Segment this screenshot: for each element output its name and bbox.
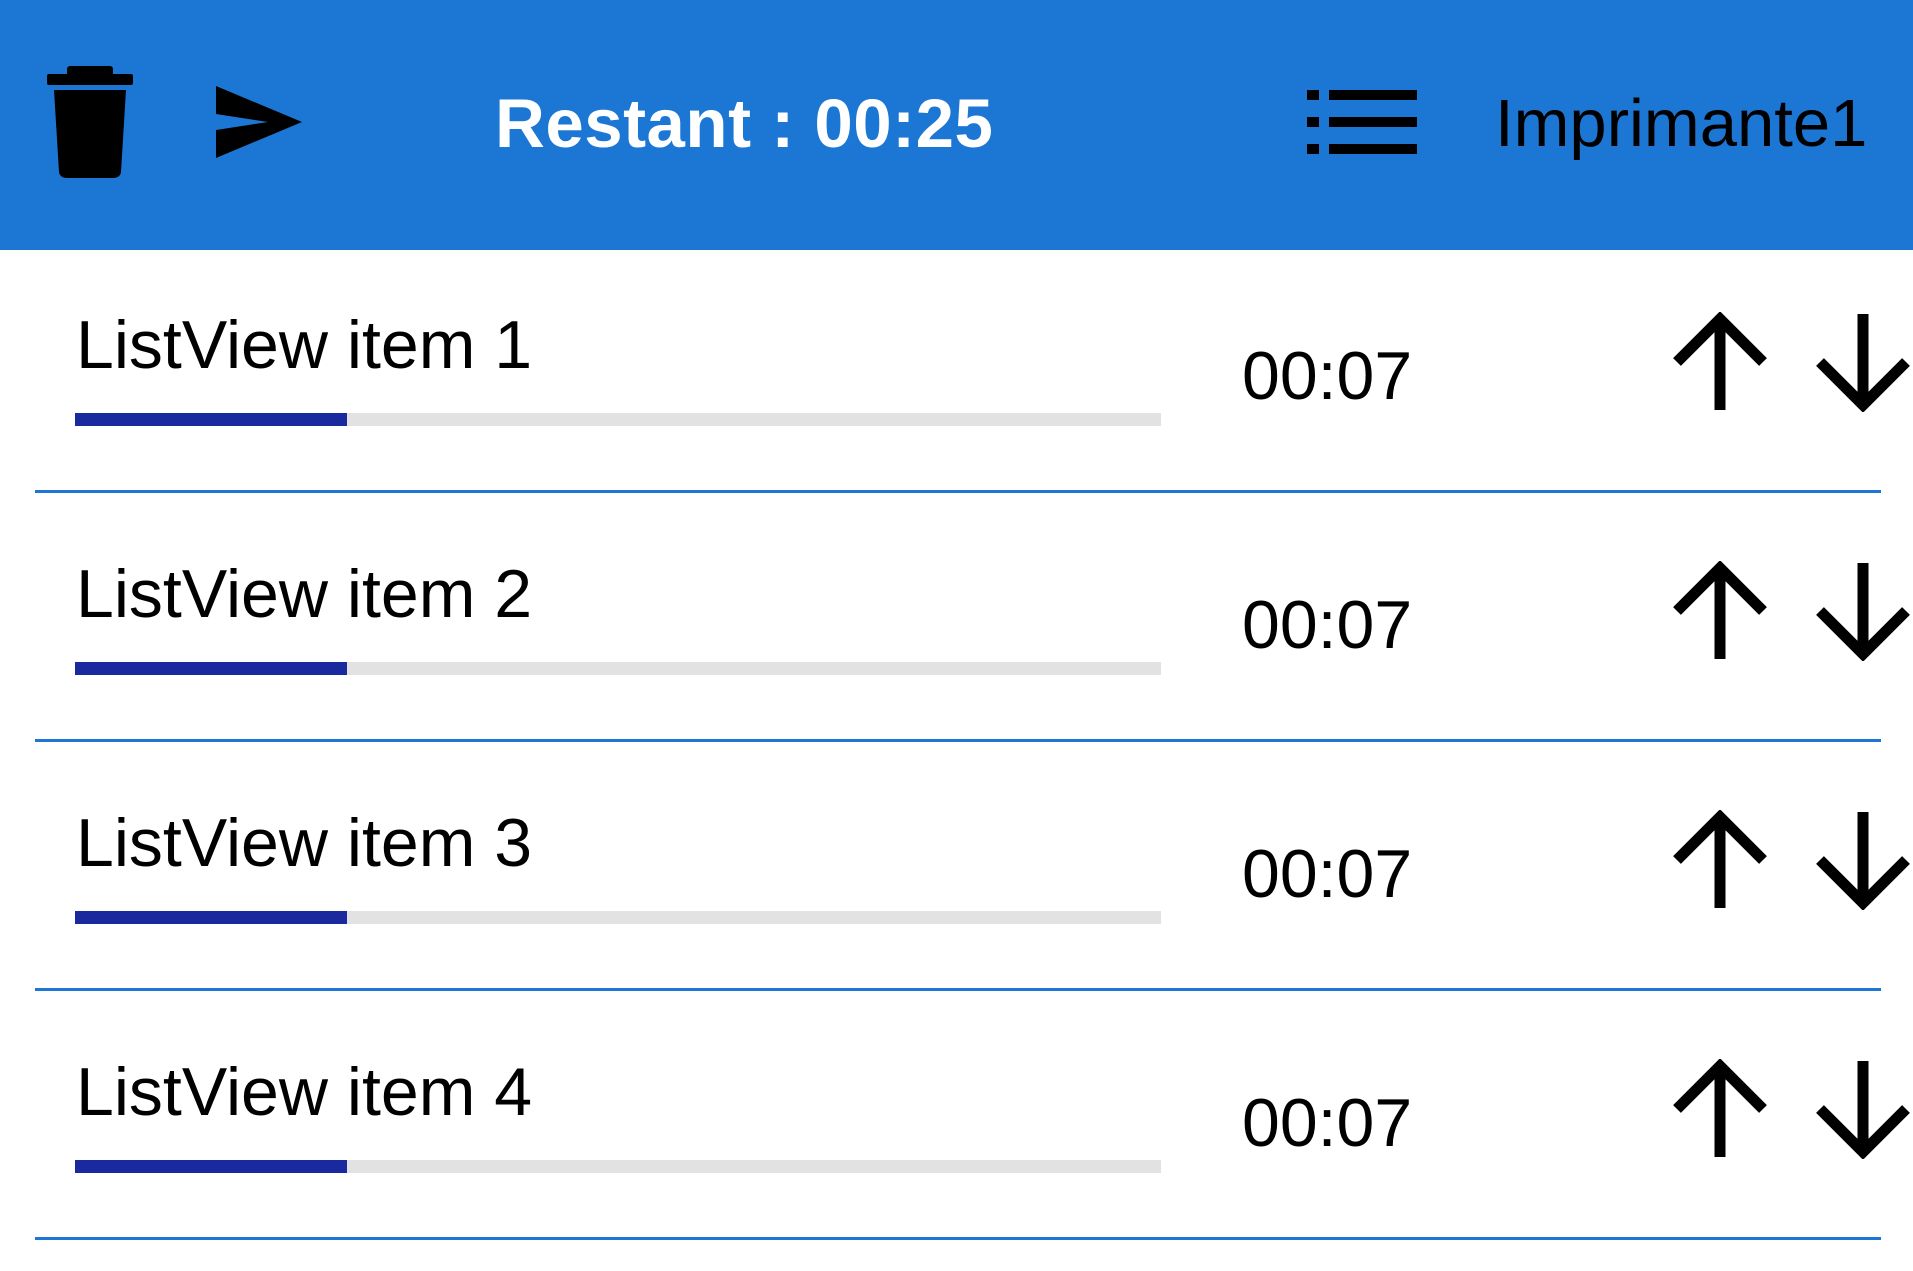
list-item-time: 00:07 bbox=[1242, 836, 1413, 912]
list-menu-icon[interactable] bbox=[1307, 90, 1417, 154]
arrow-down-icon[interactable] bbox=[1813, 312, 1913, 412]
progress-fill bbox=[75, 1160, 347, 1173]
list-divider bbox=[35, 1237, 1881, 1240]
list-item-label: ListView item 1 bbox=[76, 307, 533, 383]
top-app-bar: Restant : 00:25 Imprimante1 bbox=[0, 0, 1913, 250]
list-item-label: ListView item 2 bbox=[76, 556, 533, 632]
progress-bar bbox=[75, 911, 1161, 924]
arrow-down-icon[interactable] bbox=[1813, 1059, 1913, 1159]
list-item[interactable]: ListView item 4 00:07 bbox=[0, 997, 1913, 1246]
list-item[interactable]: ListView item 1 00:07 bbox=[0, 250, 1913, 499]
list-item[interactable]: ListView item 3 00:07 bbox=[0, 748, 1913, 997]
list-item-time: 00:07 bbox=[1242, 587, 1413, 663]
list-item-label: ListView item 4 bbox=[76, 1054, 533, 1130]
arrow-down-icon[interactable] bbox=[1813, 810, 1913, 910]
arrow-up-icon[interactable] bbox=[1670, 810, 1770, 910]
progress-fill bbox=[75, 662, 347, 675]
arrow-up-icon[interactable] bbox=[1670, 312, 1770, 412]
app-window: Restant : 00:25 Imprimante1 ListView ite… bbox=[0, 0, 1913, 1271]
progress-bar bbox=[75, 662, 1161, 675]
send-icon[interactable] bbox=[216, 86, 302, 158]
list-item-time: 00:07 bbox=[1242, 1085, 1413, 1161]
progress-fill bbox=[75, 911, 347, 924]
arrow-up-icon[interactable] bbox=[1670, 1059, 1770, 1159]
job-list: ListView item 1 00:07 ListView item 2 00… bbox=[0, 250, 1913, 1246]
list-item[interactable]: ListView item 2 00:07 bbox=[0, 499, 1913, 748]
list-divider bbox=[35, 490, 1881, 493]
arrow-up-icon[interactable] bbox=[1670, 561, 1770, 661]
progress-fill bbox=[75, 413, 347, 426]
remaining-time-label: Restant : 00:25 bbox=[495, 85, 994, 162]
arrow-down-icon[interactable] bbox=[1813, 561, 1913, 661]
list-item-time: 00:07 bbox=[1242, 338, 1413, 414]
printer-selector[interactable]: Imprimante1 bbox=[1495, 84, 1867, 164]
trash-icon[interactable] bbox=[47, 66, 133, 178]
progress-bar bbox=[75, 1160, 1161, 1173]
list-item-label: ListView item 3 bbox=[76, 805, 533, 881]
list-divider bbox=[35, 988, 1881, 991]
list-divider bbox=[35, 739, 1881, 742]
progress-bar bbox=[75, 413, 1161, 426]
